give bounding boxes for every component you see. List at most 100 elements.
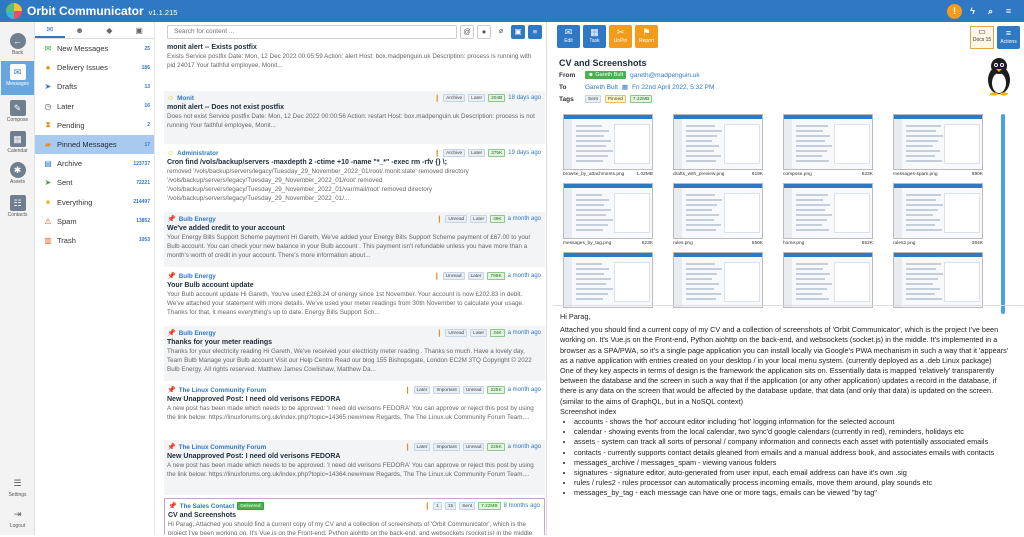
folder-everything[interactable]: ✷ Everything 214497 <box>35 193 154 212</box>
attachment-thumbnail[interactable]: browse_by_attachments.png 1.02MB <box>558 112 658 179</box>
nav-calendar[interactable]: ▦ Calendar <box>1 128 34 162</box>
message-item[interactable]: 📌 Bulb Energy ❙ Unread Later 39K a month ago W… <box>164 212 545 267</box>
gallery-scrollbar[interactable] <box>1001 114 1005 314</box>
attachment-thumbnail[interactable]: drafts_with_preview.png 619K <box>668 112 768 179</box>
nav-assets[interactable]: ✱ Assets <box>1 159 34 193</box>
tab-tags[interactable]: ◆ <box>95 22 125 38</box>
message-item[interactable]: 📌 Bulb Energy ❙ Unread Later 34K a month ago T… <box>164 326 545 381</box>
folder-count: 1053 <box>138 237 150 244</box>
list-item: signatures - signature editor, auto-gene… <box>574 468 1012 478</box>
message-item[interactable]: 📌 The Linux Community Forum ❙ Later Importan… <box>164 440 545 495</box>
search-input[interactable] <box>167 24 457 39</box>
screenshot-preview <box>673 114 763 170</box>
folder-spam[interactable]: ⚠ Spam 13852 <box>35 212 154 231</box>
pin-icon[interactable]: ❙ <box>405 443 411 451</box>
nav-label: Back <box>11 50 24 56</box>
attachment-thumbnail[interactable]: compose.png 523K <box>778 112 878 179</box>
docs-button[interactable]: ▭ Docs 15 <box>970 26 994 49</box>
attachment-thumbnail[interactable]: rules.png 550K <box>668 181 768 248</box>
attachment-thumbnail[interactable]: messages-spam.png 890K <box>888 112 988 179</box>
message-subject: Cron find /vols/backup/servers -maxdepth… <box>167 159 447 166</box>
folder-icon: ▰ <box>44 140 52 150</box>
nav-settings[interactable]: ☰ Settings <box>1 472 34 506</box>
attachment-thumbnail[interactable]: home.png 652K <box>778 181 878 248</box>
folder-pending[interactable]: ⧗ Pending 2 <box>35 116 154 135</box>
calendar-icon: ▦ <box>621 84 629 91</box>
at-icon[interactable]: @ <box>460 24 474 39</box>
hourglass-icon: ⧗ <box>45 120 51 130</box>
pin-icon: 📌 <box>167 387 176 394</box>
pin-icon[interactable]: ❙ <box>434 94 440 102</box>
search-icon[interactable]: ⌕ <box>983 3 998 19</box>
folder-label: Sent <box>57 178 73 188</box>
nav-contacts[interactable]: ☷ Contacts <box>1 192 34 226</box>
tab-people[interactable]: ☻ <box>65 22 95 38</box>
compose-icon: ✎ <box>9 100 26 116</box>
message-age: 18 days ago <box>508 95 541 101</box>
from-email[interactable]: gareth@madpenguin.uk <box>630 72 699 79</box>
folder-pinned-messages[interactable]: ▰ Pinned Messages 17 <box>35 134 154 155</box>
folder-archive[interactable]: ▤ Archive 123737 <box>35 154 154 173</box>
tab-archive[interactable]: ▣ <box>124 22 154 38</box>
attachment-name: compose.png <box>783 172 812 177</box>
pin-icon[interactable]: ❙ <box>437 329 443 337</box>
box-icon: ▣ <box>135 25 143 35</box>
screenshot-index-list: accounts - shows the 'hot' account edito… <box>574 417 1012 499</box>
emoji-icon: ☺ <box>167 94 175 102</box>
message-item[interactable]: ☺ Administrator ❙ Archive Later 375K 19 days a… <box>164 146 545 210</box>
attachment-thumbnail[interactable]: rules2.png 364K <box>888 181 988 248</box>
folder-sent[interactable]: ➤ Sent 72221 <box>35 173 154 192</box>
actions-button[interactable]: ≡ Actions <box>997 26 1020 49</box>
attachment-name: drafts_with_preview.png <box>673 172 725 177</box>
person-icon: ☻ <box>75 25 84 35</box>
tab-mail[interactable]: ✉ <box>35 22 65 38</box>
card-view-icon[interactable]: ▣ <box>511 24 525 39</box>
folder-label: Pending <box>57 120 85 130</box>
attachment-icon[interactable]: ⌀ <box>494 25 508 39</box>
person-filter-icon[interactable]: ● <box>477 24 491 39</box>
unpin-button[interactable]: ✂ UnPin <box>609 24 632 48</box>
message-item[interactable]: monit alert -- Exists postfix Exists Ser… <box>164 41 545 89</box>
folder-trash[interactable]: ▥ Trash 1053 <box>35 231 154 250</box>
nav-compose[interactable]: ✎ Compose <box>1 97 34 131</box>
attachment-thumbnail[interactable] <box>558 250 658 312</box>
message-sender: The Linux Community Forum <box>178 443 267 451</box>
pin-icon[interactable]: ❙ <box>424 502 430 510</box>
pin-icon[interactable]: ❙ <box>405 386 411 394</box>
tag-badge: Archive <box>443 94 466 102</box>
nav-back[interactable]: ← Back <box>1 30 34 64</box>
nav-logout[interactable]: ⇥ Logout <box>1 503 34 537</box>
message-item-selected[interactable]: 📌 The Sales Contact Delivered ❙ 1 15 Sent 7.22M… <box>164 498 545 535</box>
nav-messages[interactable]: ✉ Messages <box>1 61 34 95</box>
send-icon: ➤ <box>44 178 52 188</box>
to-name[interactable]: Gareth Bult <box>585 84 618 91</box>
attachment-thumbnail[interactable] <box>888 250 988 312</box>
pin-icon[interactable]: ❙ <box>434 149 440 157</box>
list-view-icon[interactable]: ≡ <box>528 24 542 39</box>
folder-new-messages[interactable]: ✉ New Messages 25 <box>35 39 154 58</box>
button-label: Edit <box>564 37 573 44</box>
message-item[interactable]: 📌 The Linux Community Forum ❙ Later Importan… <box>164 383 545 438</box>
edit-button[interactable]: ✉ Edit <box>557 24 580 48</box>
tag-badge: Sent <box>585 95 601 103</box>
notification-icon[interactable]: ! <box>947 3 962 19</box>
message-preview: Your Bulb account update Hi Gareth, You'… <box>167 291 524 316</box>
pin-icon[interactable]: ❙ <box>437 215 443 223</box>
folder-drafts[interactable]: ➤ Drafts 13 <box>35 77 154 96</box>
screenshot-preview <box>563 114 653 170</box>
attachment-thumbnail[interactable] <box>668 250 768 312</box>
folder-later[interactable]: ◷ Later 16 <box>35 97 154 116</box>
report-button[interactable]: ⚑ Report <box>635 24 658 48</box>
button-label: Actions <box>1000 39 1017 45</box>
folder-delivery-issues[interactable]: ● Delivery Issues 186 <box>35 58 154 77</box>
lightning-icon[interactable]: ϟ <box>965 3 980 19</box>
task-button[interactable]: ▦ Task <box>583 24 606 48</box>
pin-icon[interactable]: ❙ <box>434 272 440 280</box>
attachment-thumbnail[interactable]: messages_by_tag.png 623K <box>558 181 658 248</box>
message-item[interactable]: 📌 Bulb Energy ❙ Unread Later 798K a month ago … <box>164 269 545 324</box>
menu-icon[interactable]: ≡ <box>1001 3 1016 19</box>
tag-badge: Later <box>468 94 486 102</box>
attachment-thumbnail[interactable] <box>778 250 878 312</box>
from-contact[interactable]: ☻ Gareth Bult <box>585 71 627 79</box>
message-item[interactable]: ☺ Monit ❙ Archive Later 204B 18 days ago monit… <box>164 91 545 144</box>
